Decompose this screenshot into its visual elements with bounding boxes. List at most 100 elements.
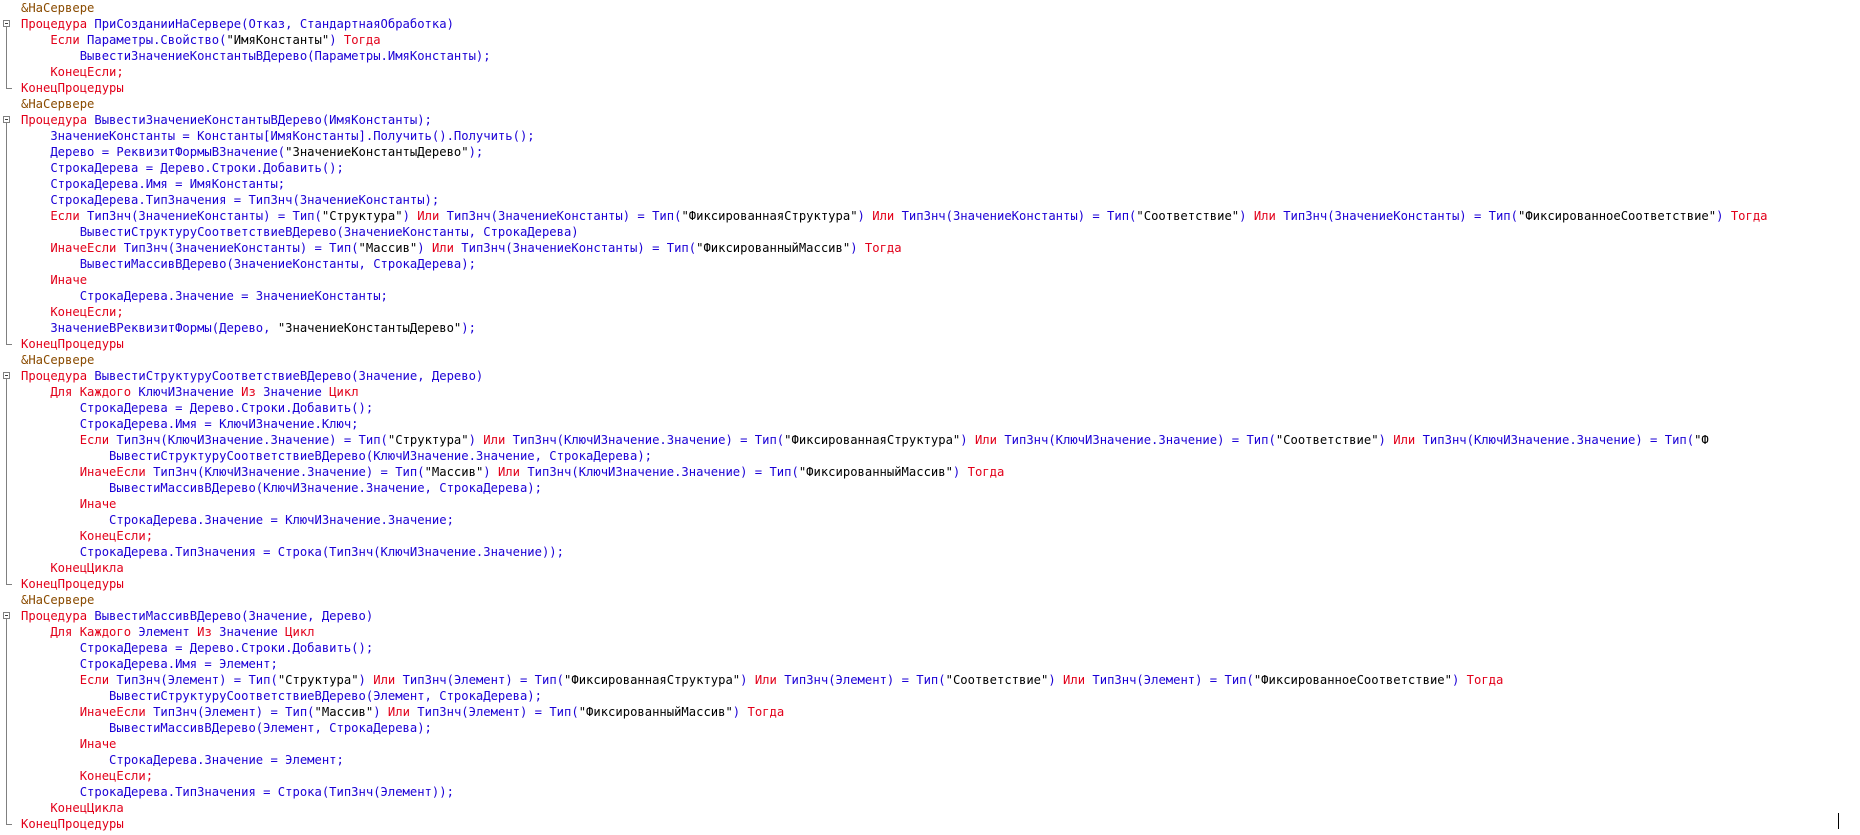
code-line[interactable]: ВывестиМассивВДерево(Элемент, СтрокаДере… bbox=[0, 720, 1860, 736]
code-token: СтрокаДерева.ТипЗначения = ТипЗнч(Значен… bbox=[21, 193, 440, 207]
code-line[interactable]: СтрокаДерева.Значение = Элемент; bbox=[0, 752, 1860, 768]
code-line[interactable]: КонецПроцедуры bbox=[0, 80, 1860, 96]
code-line[interactable]: ИначеЕсли ТипЗнч(Элемент) = Тип("Массив"… bbox=[0, 704, 1860, 720]
code-line[interactable]: Иначе bbox=[0, 496, 1860, 512]
code-token: Или bbox=[1393, 433, 1423, 447]
code-token: ТипЗнч(Элемент) = Тип( bbox=[1092, 673, 1254, 687]
code-line[interactable]: СтрокаДерева.Имя = ИмяКонстанты; bbox=[0, 176, 1860, 192]
code-line[interactable]: СтрокаДерева = Дерево.Строки.Добавить(); bbox=[0, 640, 1860, 656]
code-line[interactable]: ЗначениеКонстанты = Константы[ИмяКонстан… bbox=[0, 128, 1860, 144]
code-line[interactable]: СтрокаДерева.ТипЗначения = ТипЗнч(Значен… bbox=[0, 192, 1860, 208]
code-line[interactable]: Процедура ПриСозданииНаСервере(Отказ, Ст… bbox=[0, 16, 1860, 32]
code-token: ) bbox=[468, 433, 484, 447]
code-token: Процедура bbox=[21, 113, 95, 127]
code-line[interactable]: ЗначениеВРеквизитФормы(Дерево, "Значение… bbox=[0, 320, 1860, 336]
code-line[interactable]: Если ТипЗнч(ЗначениеКонстанты) = Тип("Ст… bbox=[0, 208, 1860, 224]
code-line[interactable]: СтрокаДерева.ТипЗначения = Строка(ТипЗнч… bbox=[0, 784, 1860, 800]
code-token: "ФиксированныйМассив" bbox=[798, 465, 953, 479]
code-token: КлючИЗначение bbox=[138, 385, 242, 399]
code-token: Или bbox=[373, 673, 403, 687]
code-line-text: Процедура ВывестиСтруктуруСоответствиеВД… bbox=[21, 368, 483, 384]
code-line[interactable]: Дерево = РеквизитФормыВЗначение("Значени… bbox=[0, 144, 1860, 160]
code-token: ИначеЕсли bbox=[21, 241, 124, 255]
code-token: ТипЗнч(КлючИЗначение.Значение) = Тип( bbox=[1004, 433, 1276, 447]
code-line[interactable]: &НаСервере bbox=[0, 0, 1860, 16]
code-token: ТипЗнч(ЗначениеКонстанты) = Тип( bbox=[446, 209, 682, 223]
code-token: "ЗначениеКонстантыДерево" bbox=[285, 145, 469, 159]
code-line[interactable]: Для Каждого Элемент Из Значение Цикл bbox=[0, 624, 1860, 640]
code-line-text: ВывестиМассивВДерево(Элемент, СтрокаДере… bbox=[21, 720, 432, 736]
code-token: ТипЗнч(КлючИЗначение.Значение) = Тип( bbox=[512, 433, 785, 447]
code-token: ); bbox=[468, 145, 484, 159]
code-line[interactable]: СтрокаДерева = Дерево.Строки.Добавить(); bbox=[0, 400, 1860, 416]
code-token: ВывестиМассивВДерево(Элемент, СтрокаДере… bbox=[21, 721, 432, 735]
code-line[interactable]: КонецПроцедуры bbox=[0, 576, 1860, 592]
code-line[interactable]: КонецПроцедуры bbox=[0, 816, 1860, 832]
code-token: СтрокаДерева.Значение = ЗначениеКонстант… bbox=[21, 289, 388, 303]
code-token: Процедура bbox=[21, 609, 95, 623]
code-line[interactable]: ИначеЕсли ТипЗнч(КлючИЗначение.Значение)… bbox=[0, 464, 1860, 480]
code-line-text: СтрокаДерева.ТипЗначения = Строка(ТипЗнч… bbox=[21, 544, 564, 560]
code-line[interactable]: &НаСервере bbox=[0, 96, 1860, 112]
code-line[interactable]: Иначе bbox=[0, 272, 1860, 288]
code-line-text: Иначе bbox=[21, 272, 87, 288]
code-line-text: СтрокаДерева = Дерево.Строки.Добавить(); bbox=[21, 400, 374, 416]
code-token: ВывестиСтруктуруСоответствиеВДерево(Знач… bbox=[21, 225, 579, 239]
code-line[interactable]: КонецЦикла bbox=[0, 560, 1860, 576]
code-token: Если bbox=[21, 433, 117, 447]
code-line-text: Если Параметры.Свойство("ИмяКонстанты") … bbox=[21, 32, 380, 48]
code-token: Значение bbox=[219, 625, 286, 639]
code-line[interactable]: ВывестиСтруктуруСоответствиеВДерево(Ключ… bbox=[0, 448, 1860, 464]
code-line[interactable]: ВывестиСтруктуруСоответствиеВДерево(Элем… bbox=[0, 688, 1860, 704]
code-line[interactable]: &НаСервере bbox=[0, 592, 1860, 608]
code-token: ) bbox=[373, 705, 388, 719]
code-token: ТипЗнч(КлючИЗначение.Значение) = Тип( bbox=[527, 465, 799, 479]
code-token: ТипЗнч(ЗначениеКонстанты) = Тип( bbox=[1283, 209, 1518, 223]
code-token: "Структура" bbox=[277, 673, 359, 687]
code-line[interactable]: КонецПроцедуры bbox=[0, 336, 1860, 352]
code-line[interactable]: Процедура ВывестиЗначениеКонстантыВДерев… bbox=[0, 112, 1860, 128]
code-line[interactable]: Если Параметры.Свойство("ИмяКонстанты") … bbox=[0, 32, 1860, 48]
code-line[interactable]: ВывестиМассивВДерево(КлючИЗначение.Значе… bbox=[0, 480, 1860, 496]
code-line-text: КонецПроцедуры bbox=[21, 576, 124, 592]
code-line[interactable]: ИначеЕсли ТипЗнч(ЗначениеКонстанты) = Ти… bbox=[0, 240, 1860, 256]
code-token: Цикл bbox=[329, 385, 359, 399]
code-token: КонецЕсли; bbox=[21, 305, 124, 319]
code-line[interactable]: Если ТипЗнч(КлючИЗначение.Значение) = Ти… bbox=[0, 432, 1860, 448]
code-line[interactable]: Процедура ВывестиСтруктуруСоответствиеВД… bbox=[0, 368, 1860, 384]
code-line[interactable]: СтрокаДерева.Значение = КлючИЗначение.Зн… bbox=[0, 512, 1860, 528]
code-token: "Массив" bbox=[424, 465, 484, 479]
code-line[interactable]: Для Каждого КлючИЗначение Из Значение Ци… bbox=[0, 384, 1860, 400]
code-line[interactable]: Иначе bbox=[0, 736, 1860, 752]
code-line[interactable]: Если ТипЗнч(Элемент) = Тип("Структура") … bbox=[0, 672, 1860, 688]
code-line-text: Процедура ПриСозданииНаСервере(Отказ, Ст… bbox=[21, 16, 454, 32]
code-token: ТипЗнч(ЗначениеКонстанты) = Тип( bbox=[461, 241, 697, 255]
code-line[interactable]: КонецЕсли; bbox=[0, 528, 1860, 544]
code-line[interactable]: Процедура ВывестиМассивВДерево(Значение,… bbox=[0, 608, 1860, 624]
code-token: Или bbox=[497, 465, 528, 479]
code-line[interactable]: СтрокаДерева.ТипЗначения = Строка(ТипЗнч… bbox=[0, 544, 1860, 560]
code-line-text: КонецЕсли; bbox=[21, 768, 153, 784]
code-token: "ФиксированнаяСтруктура" bbox=[564, 673, 741, 687]
code-line[interactable]: СтрокаДерева.Значение = ЗначениеКонстант… bbox=[0, 288, 1860, 304]
code-token: "Соответствие" bbox=[1136, 209, 1240, 223]
code-area[interactable]: &НаСервере Процедура ПриСозданииНаСервере… bbox=[0, 0, 1860, 832]
code-line[interactable]: ВывестиЗначениеКонстантыВДерево(Параметр… bbox=[0, 48, 1860, 64]
code-line[interactable]: СтрокаДерева.Имя = КлючИЗначение.Ключ; bbox=[0, 416, 1860, 432]
code-line[interactable]: ВывестиМассивВДерево(ЗначениеКонстанты, … bbox=[0, 256, 1860, 272]
code-line[interactable]: КонецЦикла bbox=[0, 800, 1860, 816]
code-line[interactable]: СтрокаДерева.Имя = Элемент; bbox=[0, 656, 1860, 672]
code-line-text: КонецЕсли; bbox=[21, 64, 123, 80]
code-line[interactable]: СтрокаДерева = Дерево.Строки.Добавить(); bbox=[0, 160, 1860, 176]
code-token: Или bbox=[1063, 673, 1093, 687]
code-token: Для Каждого bbox=[21, 385, 139, 399]
code-token: Иначе bbox=[21, 497, 117, 511]
code-line[interactable]: ВывестиСтруктуруСоответствиеВДерево(Знач… bbox=[0, 224, 1860, 240]
code-token: Или bbox=[431, 241, 462, 255]
code-token: Процедура bbox=[21, 17, 95, 31]
code-line[interactable]: КонецЕсли; bbox=[0, 304, 1860, 320]
code-line[interactable]: КонецЕсли; bbox=[0, 768, 1860, 784]
code-line[interactable]: КонецЕсли; bbox=[0, 64, 1860, 80]
code-line[interactable]: &НаСервере bbox=[0, 352, 1860, 368]
code-editor[interactable]: &НаСервере Процедура ПриСозданииНаСервере… bbox=[0, 0, 1860, 835]
